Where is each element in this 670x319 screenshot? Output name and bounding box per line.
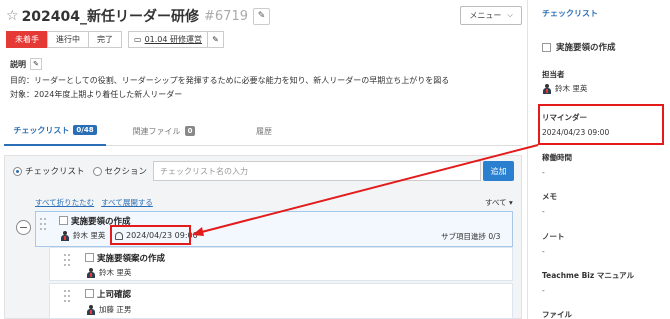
- item-title: 上司確認: [97, 290, 132, 300]
- expand-links: すべて折りたたむ すべて展開する: [35, 197, 160, 208]
- assignee-name: 鈴木 里英: [73, 231, 106, 240]
- assignee-name: 加藤 正男: [99, 305, 132, 314]
- radio-checklist-label: チェックリスト: [25, 167, 85, 177]
- edit-folder-button[interactable]: ✎: [207, 31, 225, 48]
- status-not-started[interactable]: 未着手: [6, 31, 48, 48]
- add-button[interactable]: 追加: [483, 161, 514, 181]
- checklist-id: #6719: [204, 8, 248, 24]
- avatar: [542, 83, 552, 94]
- item-assignee: 加藤 正男: [86, 304, 131, 315]
- sidebar-assignee[interactable]: 鈴木 里英: [542, 83, 587, 94]
- assignee-name: 鈴木 里英: [555, 84, 588, 93]
- status-done[interactable]: 完了: [88, 31, 122, 48]
- avatar: [86, 304, 96, 315]
- sidebar-item-title: 実施要領の作成: [556, 43, 616, 53]
- page-title: 202404_新任リーダー研修: [21, 9, 200, 25]
- annotation-box-sidebar: [538, 104, 664, 145]
- avatar: [60, 230, 70, 241]
- checklist-item[interactable]: 実施要領の作成 鈴木 里英 2024/04/23 09:00 サブ項目進捗 0/…: [35, 211, 513, 247]
- tab-checklist-label: チェックリスト: [13, 125, 70, 135]
- avatar: [86, 267, 96, 278]
- manual-value[interactable]: -: [542, 286, 545, 295]
- description-target: 対象：2024年度上期より着任した新人リーダー: [10, 90, 183, 99]
- expand-all-link[interactable]: すべて展開する: [101, 198, 153, 207]
- tab-history[interactable]: 履歴: [244, 116, 284, 146]
- note-label: ノート: [542, 232, 565, 241]
- add-type-radio: チェックリスト セクション: [13, 165, 147, 177]
- tab-related-files-count: 0: [184, 126, 196, 136]
- folder-link[interactable]: ▭ 01.04 研修運営: [128, 31, 209, 48]
- checkbox[interactable]: [542, 42, 551, 52]
- work-time-label: 稼働時間: [542, 153, 572, 162]
- item-checkbox[interactable]: [85, 253, 94, 262]
- drag-handle[interactable]: [40, 218, 48, 234]
- sidebar-heading: チェックリスト: [542, 9, 598, 18]
- checklist-item[interactable]: 実施要領案の作成 鈴木 里英: [49, 247, 513, 281]
- tab-checklist[interactable]: チェックリスト 0/48: [4, 116, 106, 146]
- description-header: 説明 ✎: [10, 58, 42, 70]
- pencil-icon: ✎: [212, 35, 219, 44]
- memo-label: メモ: [542, 192, 557, 201]
- main-area: ☆ 202404_新任リーダー研修 #6719 ✎ メニュー ⌵ 未着手 進行中 …: [0, 0, 527, 319]
- tab-checklist-count: 0/48: [73, 125, 97, 135]
- checklist-panel: チェックリスト セクション チェックリスト名の入力 追加 すべて折りたたむ すべて…: [4, 155, 522, 319]
- status-in-progress[interactable]: 進行中: [47, 31, 89, 48]
- title-row: ☆ 202404_新任リーダー研修 #6719 ✎: [6, 6, 270, 26]
- collapse-all-link[interactable]: すべて折りたたむ: [35, 198, 94, 207]
- item-assignee: 鈴木 里英: [60, 230, 105, 241]
- memo-value[interactable]: -: [542, 207, 545, 216]
- chevron-down-icon: ⌵: [507, 11, 513, 19]
- item-checkbox[interactable]: [59, 216, 68, 225]
- file-label: ファイル: [542, 310, 572, 319]
- item-assignee: 鈴木 里英: [86, 267, 131, 278]
- radio-section[interactable]: [92, 166, 102, 176]
- note-value[interactable]: -: [542, 247, 545, 256]
- sidebar-item-checkbox[interactable]: 実施要領の作成: [542, 41, 616, 53]
- star-icon[interactable]: ☆: [6, 8, 19, 24]
- drag-handle[interactable]: [64, 254, 72, 270]
- work-time-value[interactable]: -: [542, 168, 545, 177]
- manual-label: Teachme Biz マニュアル: [542, 271, 635, 280]
- edit-description-button[interactable]: ✎: [30, 58, 42, 70]
- status-toggle: 未着手 進行中 完了 ▭ 01.04 研修運営 ✎: [6, 31, 225, 48]
- item-title: 実施要領案の作成: [97, 254, 166, 264]
- radio-section-label: セクション: [104, 167, 148, 177]
- folder-icon: ▭: [134, 35, 142, 44]
- assignee-label: 担当者: [542, 70, 565, 79]
- tab-history-label: 履歴: [256, 126, 272, 136]
- annotation-box-item: [110, 225, 191, 245]
- tab-bar: チェックリスト 0/48 関連ファイル 0 履歴: [4, 116, 522, 146]
- menu-label: メニュー: [469, 11, 502, 20]
- filter-select[interactable]: すべて ▾: [485, 197, 513, 208]
- description-label: 説明: [10, 59, 26, 69]
- collapse-toggle-button[interactable]: −: [16, 220, 31, 235]
- detail-sidebar: チェックリスト 実施要領の作成 担当者 鈴木 里英 リマインダー 2024/04…: [527, 0, 670, 319]
- folder-label: 01.04 研修運営: [144, 35, 203, 44]
- subitem-progress: サブ項目進捗 0/3: [441, 232, 501, 241]
- menu-button[interactable]: メニュー ⌵: [460, 6, 522, 25]
- description-purpose: 目的：リーダーとしての役割、リーダーシップを発揮するために必要な能力を知り、新人…: [10, 76, 450, 85]
- tab-related-files[interactable]: 関連ファイル 0: [122, 116, 206, 146]
- checklist-name-input[interactable]: チェックリスト名の入力: [153, 161, 481, 181]
- drag-handle[interactable]: [64, 290, 72, 306]
- edit-title-button[interactable]: ✎: [253, 7, 270, 25]
- item-checkbox[interactable]: [85, 289, 94, 298]
- checklist-item[interactable]: 上司確認 加藤 正男: [49, 283, 513, 319]
- assignee-name: 鈴木 里英: [99, 268, 132, 277]
- radio-checklist[interactable]: [13, 166, 22, 176]
- tab-related-files-label: 関連ファイル: [132, 126, 181, 136]
- pencil-icon: ✎: [257, 11, 266, 21]
